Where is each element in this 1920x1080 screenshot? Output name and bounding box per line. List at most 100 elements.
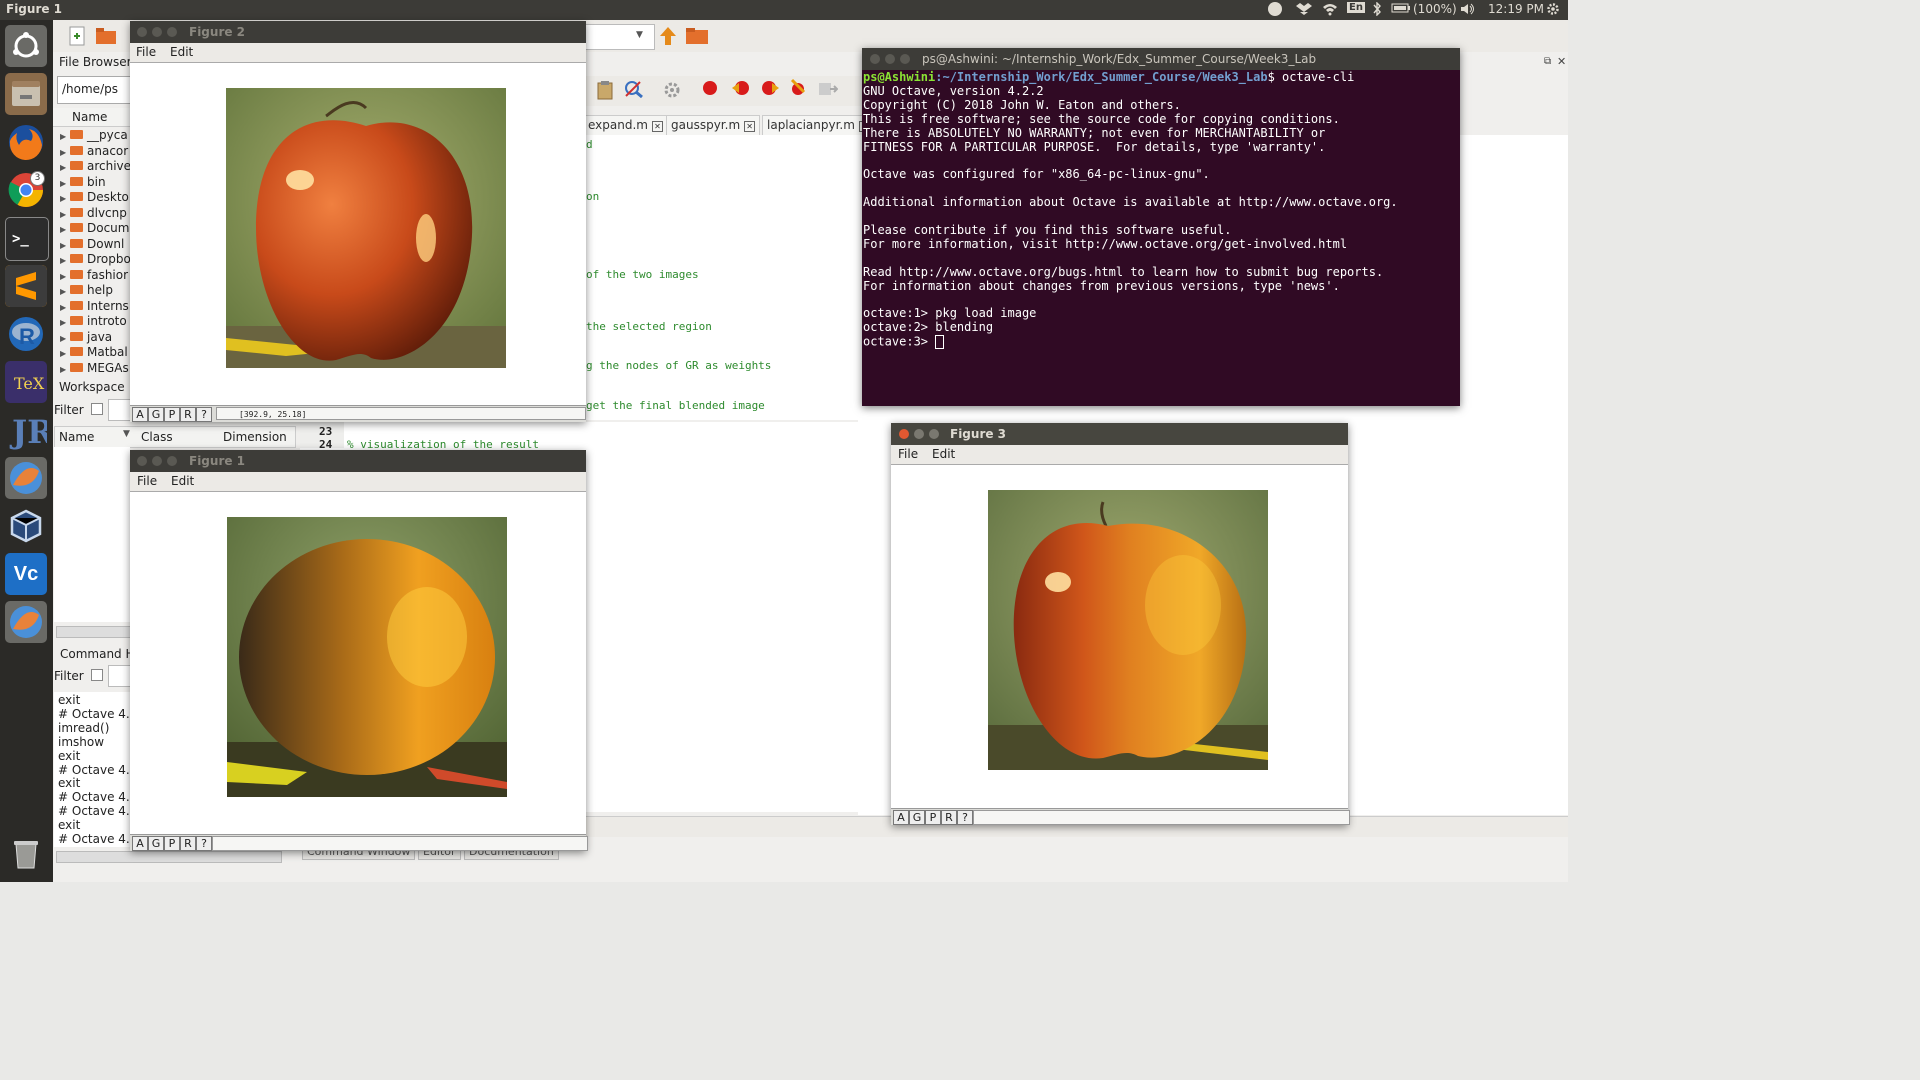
pan-button[interactable]: P (925, 810, 941, 825)
edit-menu[interactable]: Edit (170, 45, 193, 59)
axes-toggle-button[interactable]: A (893, 810, 909, 825)
history-item[interactable]: imread() (58, 721, 109, 735)
close-icon[interactable] (137, 456, 147, 466)
file-tree-item[interactable]: ▶ Matbal (60, 345, 128, 360)
wifi-icon[interactable] (1322, 2, 1338, 19)
file-tree-item[interactable]: ▶ Interns (60, 299, 129, 314)
terminal-icon[interactable]: >_ (5, 217, 49, 261)
virtualbox-icon[interactable] (5, 505, 47, 547)
ws-name-column[interactable]: Name (59, 430, 94, 444)
octave-icon[interactable] (5, 457, 47, 499)
file-browser-header[interactable]: Name (53, 108, 133, 127)
close-icon[interactable] (899, 429, 909, 439)
edit-menu[interactable]: Edit (932, 447, 955, 461)
history-item[interactable]: # Octave 4.2. (58, 707, 141, 721)
history-item[interactable]: # Octave 4.2. (58, 763, 141, 777)
terminal-titlebar[interactable]: ps@Ashwini: ~/Internship_Work/Edx_Summer… (862, 48, 1460, 70)
expand-arrow-icon[interactable]: ▶ (60, 287, 70, 296)
figure-3-titlebar[interactable]: Figure 3 (891, 423, 1348, 445)
find-replace-icon[interactable] (624, 80, 644, 101)
terminal-output[interactable]: ps@Ashwini:~/Internship_Work/Edx_Summer_… (863, 70, 1459, 406)
previous-breakpoint-icon[interactable] (761, 80, 779, 99)
figure-2-titlebar[interactable]: Figure 2 (130, 21, 586, 43)
expand-arrow-icon[interactable]: ▶ (60, 334, 70, 343)
maximize-icon[interactable] (929, 429, 939, 439)
expand-arrow-icon[interactable]: ▶ (60, 318, 70, 327)
expand-arrow-icon[interactable]: ▶ (60, 132, 70, 141)
step-icon[interactable] (818, 80, 839, 101)
history-item[interactable]: # Octave 4.2. (58, 790, 141, 804)
pan-button[interactable]: P (164, 407, 180, 422)
sublime-text-icon[interactable] (5, 265, 47, 307)
battery-icon[interactable] (1391, 2, 1411, 17)
rotate-button[interactable]: R (941, 810, 957, 825)
volume-icon[interactable] (1460, 2, 1476, 19)
new-script-icon[interactable] (69, 26, 85, 49)
expand-arrow-icon[interactable]: ▶ (60, 225, 70, 234)
file-tree-item[interactable]: ▶ Dropbo (60, 252, 131, 267)
file-tree-item[interactable]: ▶ anacor (60, 144, 128, 159)
minimize-icon[interactable] (152, 456, 162, 466)
file-tree-item[interactable]: ▶ Downl (60, 237, 124, 252)
workspace-filter-input[interactable] (108, 399, 132, 421)
open-folder-icon[interactable] (96, 28, 116, 47)
settings-cog-icon[interactable] (662, 80, 682, 103)
help-button[interactable]: ? (957, 810, 973, 825)
rotate-button[interactable]: R (180, 407, 196, 422)
chrome-icon[interactable]: 3 (5, 169, 47, 211)
expand-arrow-icon[interactable]: ▶ (60, 194, 70, 203)
file-tree-item[interactable]: ▶ introto (60, 314, 127, 329)
trash-icon[interactable] (5, 832, 47, 874)
vnc-viewer-icon[interactable]: Vc (5, 553, 47, 595)
minimize-icon[interactable] (914, 429, 924, 439)
grid-toggle-button[interactable]: G (909, 810, 925, 825)
grid-toggle-button[interactable]: G (148, 836, 164, 851)
figure-1-titlebar[interactable]: Figure 1 (130, 450, 586, 472)
file-menu[interactable]: File (136, 45, 156, 59)
close-icon[interactable] (137, 27, 147, 37)
file-menu[interactable]: File (898, 447, 918, 461)
clock[interactable]: 12:19 PM (1488, 2, 1544, 16)
expand-arrow-icon[interactable]: ▶ (60, 148, 70, 157)
file-tree-item[interactable]: ▶ dlvcnp (60, 206, 127, 221)
file-tree-item[interactable]: ▶ Deskto (60, 190, 129, 205)
browse-folder-icon[interactable] (686, 28, 708, 47)
close-icon[interactable] (870, 54, 880, 64)
undock-icon[interactable]: ⧉ (1544, 56, 1551, 67)
history-item[interactable]: imshow (58, 735, 104, 749)
dropbox-icon[interactable] (1296, 2, 1312, 19)
expand-arrow-icon[interactable]: ▶ (60, 303, 70, 312)
firefox-icon[interactable] (5, 121, 47, 163)
help-button[interactable]: ? (196, 407, 212, 422)
workspace-scrollbar[interactable] (56, 626, 132, 638)
path-combo[interactable] (583, 24, 655, 50)
remove-breakpoints-icon[interactable] (789, 78, 807, 99)
edit-menu[interactable]: Edit (171, 474, 194, 488)
file-tree-item[interactable]: ▶ java (60, 330, 112, 345)
rotate-button[interactable]: R (180, 836, 196, 851)
close-panel-icon[interactable]: ✕ (1557, 55, 1566, 68)
expand-arrow-icon[interactable]: ▶ (60, 349, 70, 358)
maximize-icon[interactable] (900, 54, 910, 64)
expand-arrow-icon[interactable]: ▶ (60, 272, 70, 281)
file-tree-item[interactable]: ▶ fashior (60, 268, 128, 283)
file-tree-item[interactable]: ▶ __pyca (60, 128, 128, 143)
minimize-icon[interactable] (885, 54, 895, 64)
close-tab-icon[interactable]: ✕ (744, 121, 756, 132)
close-tab-icon[interactable]: ✕ (651, 121, 663, 132)
pan-button[interactable]: P (164, 836, 180, 851)
paste-icon[interactable] (596, 80, 614, 103)
file-browser-path-input[interactable]: /home/ps (57, 76, 139, 104)
minimize-icon[interactable] (152, 27, 162, 37)
axes-toggle-button[interactable]: A (132, 407, 148, 422)
texmaker-icon[interactable]: TeX (5, 361, 47, 403)
ws-class-column[interactable]: Class (141, 430, 173, 444)
history-filter-input[interactable] (108, 665, 132, 687)
expand-arrow-icon[interactable]: ▶ (60, 365, 70, 374)
axes-toggle-button[interactable]: A (132, 836, 148, 851)
expand-arrow-icon[interactable]: ▶ (60, 179, 70, 188)
history-item[interactable]: # Octave 4.2. (58, 832, 141, 846)
parent-directory-icon[interactable] (659, 26, 677, 49)
mail-indicator-icon[interactable]: M (1268, 2, 1282, 16)
grid-toggle-button[interactable]: G (148, 407, 164, 422)
